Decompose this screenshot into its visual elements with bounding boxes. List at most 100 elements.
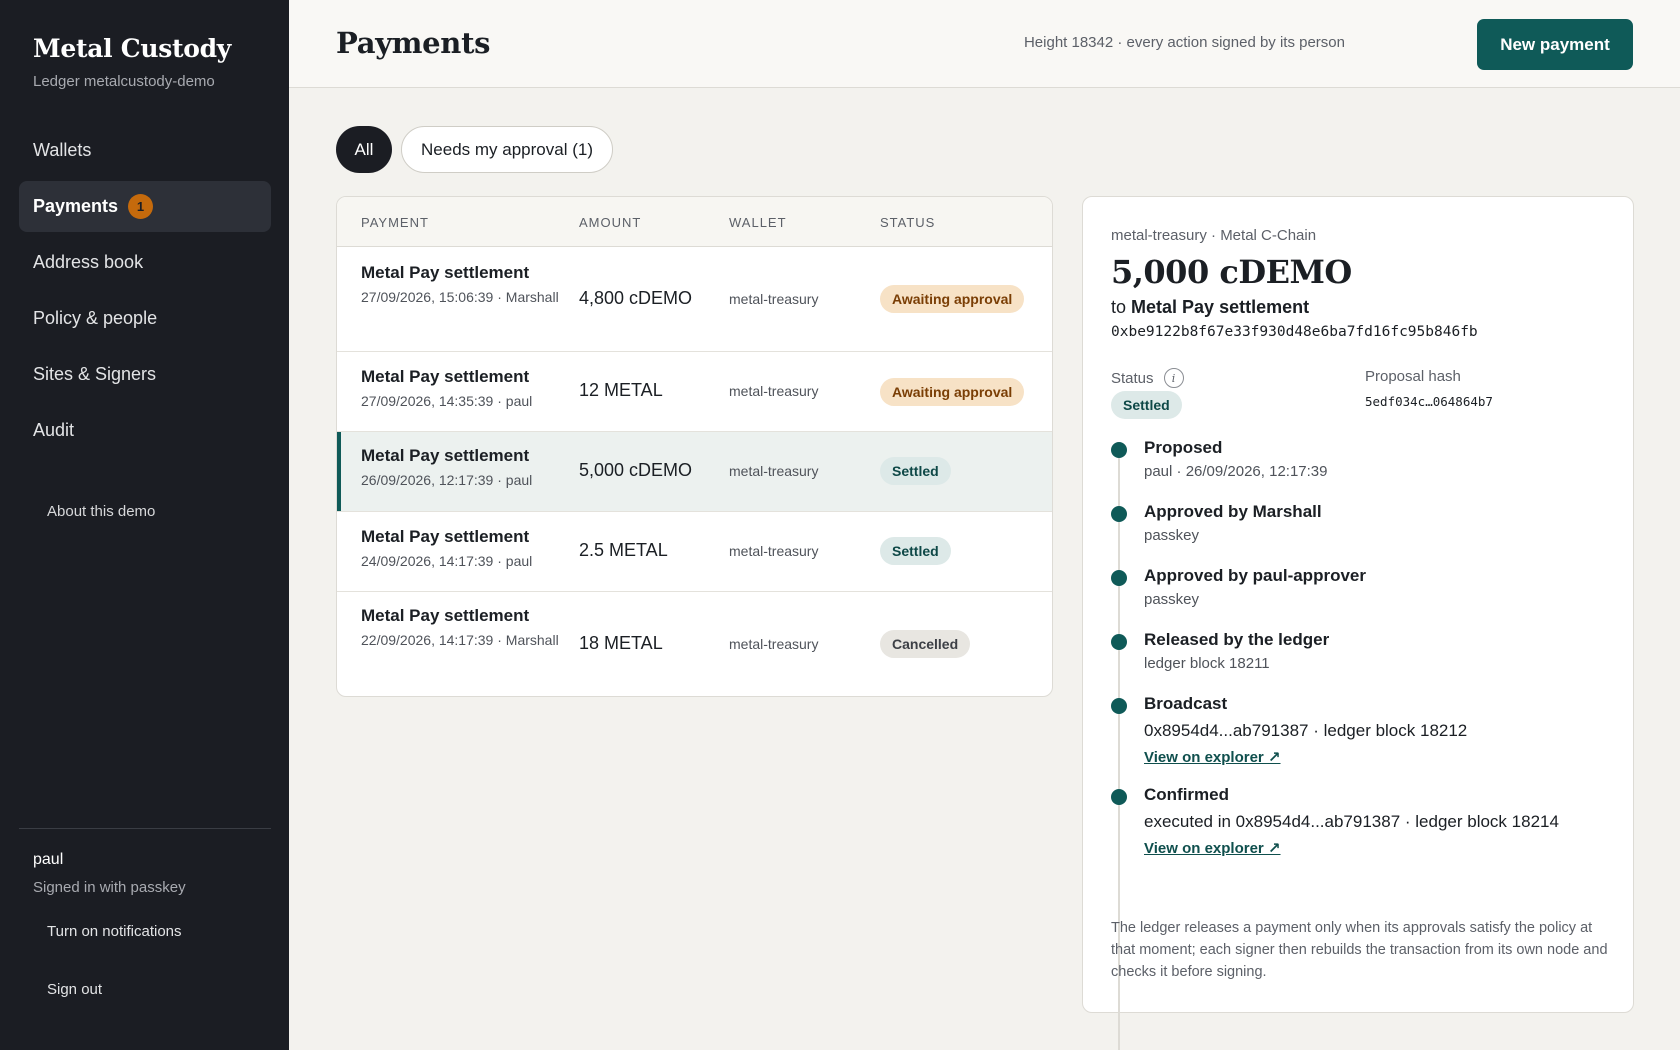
sidebar-item-policy-people[interactable]: Policy & people: [19, 293, 271, 344]
status-badge: Settled: [880, 457, 951, 485]
table-header: PAYMENT AMOUNT WALLET STATUS: [337, 197, 1052, 247]
timeline-dot: [1111, 570, 1127, 586]
proposal-hash: 5edf034c…064864b7: [1365, 394, 1493, 409]
payment-cell: Metal Pay settlement 27/09/2026, 14:35:3…: [361, 367, 561, 414]
status-badge: Awaiting approval: [880, 378, 1025, 406]
sidebar-item-payments[interactable]: Payments 1: [19, 181, 271, 232]
brand: Metal Custody Ledger metalcustody-demo: [33, 34, 231, 90]
table-row[interactable]: Metal Pay settlement 27/09/2026, 15:06:3…: [337, 247, 1052, 352]
column-header-status: STATUS: [880, 215, 936, 230]
filter-all[interactable]: All: [336, 126, 392, 173]
page-title: Payments: [336, 26, 491, 60]
sidebar-item-wallets[interactable]: Wallets: [19, 125, 271, 176]
payment-wallet: metal-treasury: [729, 636, 819, 652]
sidebar-nav: Wallets Payments 1 Address book Policy & …: [19, 125, 271, 461]
status-badge: Awaiting approval: [880, 285, 1025, 313]
payment-amount: 2.5 METAL: [579, 540, 668, 560]
timeline-dot: [1111, 698, 1127, 714]
payments-table: PAYMENT AMOUNT WALLET STATUS Metal Pay s…: [336, 196, 1053, 697]
sign-out-button[interactable]: Sign out: [47, 981, 102, 998]
payment-wallet: metal-treasury: [729, 543, 819, 559]
detail-amount: 5,000 cDEMO: [1111, 253, 1352, 291]
timeline-dot: [1111, 789, 1127, 805]
notifications-button[interactable]: Turn on notifications: [47, 923, 182, 940]
view-on-explorer-link[interactable]: View on explorer ↗: [1144, 839, 1281, 857]
table-row-selected[interactable]: Metal Pay settlement 26/09/2026, 12:17:3…: [337, 432, 1052, 512]
sign-in-method: Signed in with passkey: [33, 879, 186, 896]
recipient-name: Metal Pay settlement: [1131, 297, 1310, 317]
status-badge: Settled: [880, 537, 951, 565]
table-row[interactable]: Metal Pay settlement 22/09/2026, 14:17:3…: [337, 592, 1052, 696]
sidebar-item-sites-signers[interactable]: Sites & Signers: [19, 349, 271, 400]
payment-meta: 24/09/2026, 14:17:39 · paul: [361, 553, 533, 569]
status-badge: Cancelled: [880, 630, 971, 658]
brand-title: Metal Custody: [33, 34, 232, 63]
new-payment-button[interactable]: New payment: [1477, 19, 1633, 70]
sidebar-divider: [19, 828, 271, 829]
recipient-prefix: to: [1111, 297, 1127, 317]
proposal-hash-label: Proposal hash: [1365, 368, 1461, 385]
filter-needs-approval[interactable]: Needs my approval (1): [401, 126, 613, 173]
about-demo-link[interactable]: About this demo: [47, 503, 155, 520]
timeline-sub: passkey: [1144, 591, 1200, 608]
wallet-chain-context: metal-treasury · Metal C-Chain: [1111, 227, 1317, 244]
recipient-address: 0xbe9122b8f67e33f930d48e6ba7fd16fc95b846…: [1111, 324, 1478, 340]
payment-title: Metal Pay settlement: [361, 367, 530, 386]
timeline-sub: 0x8954d4...ab791387 · ledger block 18212: [1144, 721, 1468, 740]
status-label-text: Status: [1111, 369, 1154, 387]
timeline-title: Broadcast: [1144, 694, 1228, 713]
payment-wallet: metal-treasury: [729, 291, 819, 307]
timeline-title: Approved by Marshall: [1144, 502, 1322, 521]
table-row[interactable]: Metal Pay settlement 27/09/2026, 14:35:3…: [337, 352, 1052, 432]
ledger-name: Ledger metalcustody-demo: [33, 73, 215, 90]
user-name: paul: [33, 851, 64, 868]
payment-meta: 26/09/2026, 12:17:39 · paul: [361, 472, 533, 488]
sidebar: Metal Custody Ledger metalcustody-demo W…: [0, 0, 289, 1050]
payment-wallet: metal-treasury: [729, 463, 819, 479]
sidebar-item-label: Sites & Signers: [33, 364, 157, 384]
sidebar-item-label: Policy & people: [33, 308, 158, 328]
sidebar-item-label: Audit: [33, 420, 75, 440]
ledger-height-info: Height 18342 · every action signed by it…: [1023, 34, 1345, 51]
payment-cell: Metal Pay settlement 26/09/2026, 12:17:3…: [361, 446, 561, 493]
detail-status-badge: Settled: [1111, 391, 1182, 419]
status-label: Status i: [1111, 368, 1184, 388]
timeline-sub: passkey: [1144, 527, 1200, 544]
payment-cell: Metal Pay settlement 27/09/2026, 15:06:3…: [361, 263, 561, 310]
payment-amount: 12 METAL: [579, 380, 663, 400]
column-header-payment: PAYMENT: [361, 215, 429, 230]
payment-amount: 18 METAL: [579, 633, 663, 653]
payment-meta: 27/09/2026, 15:06:39 · Marshall: [361, 289, 559, 305]
payments-count-badge: 1: [128, 194, 154, 219]
payment-title: Metal Pay settlement: [361, 263, 530, 282]
payment-cell: Metal Pay settlement 22/09/2026, 14:17:3…: [361, 606, 561, 653]
payment-meta: 22/09/2026, 14:17:39 · Marshall: [361, 632, 559, 648]
timeline-sub: paul · 26/09/2026, 12:17:39: [1144, 463, 1328, 480]
page-header: Payments Height 18342 · every action sig…: [289, 0, 1680, 88]
policy-footnote: The ledger releases a payment only when …: [1111, 920, 1608, 980]
info-icon[interactable]: i: [1163, 368, 1184, 388]
view-on-explorer-link[interactable]: View on explorer ↗: [1144, 748, 1281, 766]
timeline-dot: [1111, 442, 1127, 458]
payment-amount: 4,800 cDEMO: [579, 288, 693, 308]
payment-title: Metal Pay settlement: [361, 606, 530, 625]
sidebar-item-label: Address book: [33, 252, 144, 272]
timeline-title: Confirmed: [1144, 785, 1229, 804]
payment-title: Metal Pay settlement: [361, 527, 530, 546]
payment-cell: Metal Pay settlement 24/09/2026, 14:17:3…: [361, 527, 561, 574]
payment-amount: 5,000 cDEMO: [579, 460, 693, 480]
payment-wallet: metal-treasury: [729, 383, 819, 399]
payment-meta: 27/09/2026, 14:35:39 · paul: [361, 393, 533, 409]
timeline-title: Approved by paul-approver: [1144, 566, 1366, 585]
sidebar-item-label: Wallets: [33, 140, 92, 160]
payment-title: Metal Pay settlement: [361, 446, 530, 465]
sidebar-item-label: Payments: [33, 196, 119, 216]
sidebar-item-audit[interactable]: Audit: [19, 405, 271, 456]
sidebar-item-address-book[interactable]: Address book: [19, 237, 271, 288]
table-row[interactable]: Metal Pay settlement 24/09/2026, 14:17:3…: [337, 512, 1052, 592]
timeline-dot: [1111, 634, 1127, 650]
timeline-dot: [1111, 506, 1127, 522]
detail-recipient: to Metal Pay settlement: [1111, 297, 1309, 318]
column-header-wallet: WALLET: [729, 215, 787, 230]
timeline-title: Proposed: [1144, 438, 1223, 457]
